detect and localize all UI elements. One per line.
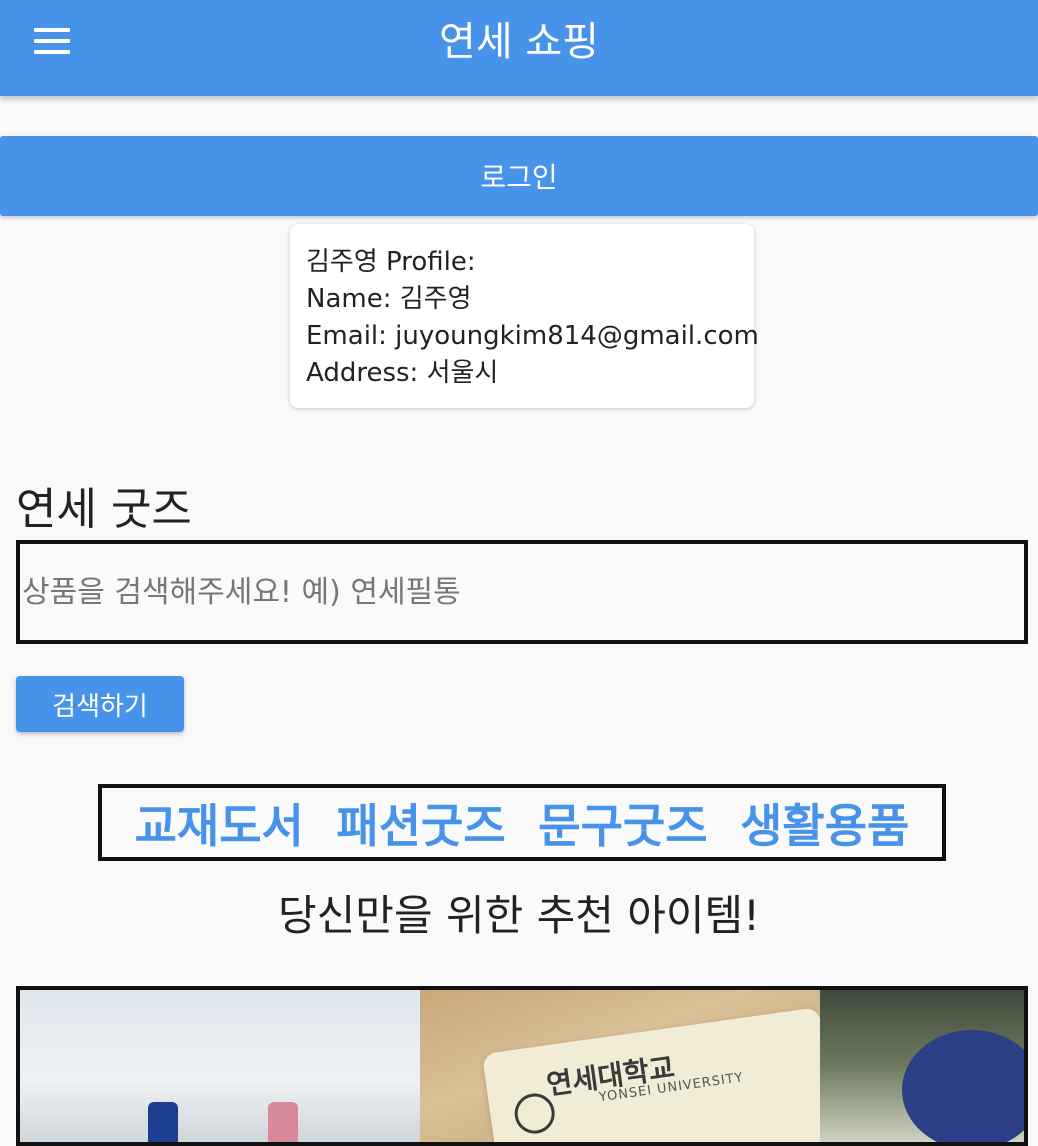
profile-card: 김주영 Profile: Name: 김주영 Email: juyoungkim… (290, 224, 759, 408)
bottle-image (148, 1102, 178, 1142)
category-bar: 교재도서 패션굿즈 문구굿즈 생활용품 (98, 784, 946, 861)
profile-email: Email: juyoungkim814@gmail.com (306, 321, 759, 351)
app-bar: 연세 쇼핑 (0, 0, 1038, 96)
login-button[interactable]: 로그인 (0, 136, 1038, 216)
profile-address: Address: 서울시 (306, 358, 499, 388)
apparel-image (902, 1030, 1024, 1142)
recommend-title: 당신만을 위한 추천 아이템! (278, 891, 760, 940)
carousel-item-apparel[interactable] (820, 990, 1024, 1142)
category-fashion[interactable]: 패션굿즈 (336, 790, 505, 856)
profile-heading: 김주영 Profile: (306, 247, 476, 277)
recommend-carousel[interactable]: 연세대학교 YONSEI UNIVERSITY (16, 986, 1028, 1146)
category-stationery[interactable]: 문구굿즈 (538, 790, 707, 856)
goods-section-title: 연세 굿즈 (16, 484, 192, 535)
carousel-item-bottles[interactable] (20, 990, 420, 1142)
category-textbooks[interactable]: 교재도서 (135, 790, 304, 856)
pouch-image: 연세대학교 YONSEI UNIVERSITY (481, 1007, 820, 1142)
app-title: 연세 쇼핑 (439, 19, 599, 65)
carousel-item-pouch[interactable]: 연세대학교 YONSEI UNIVERSITY (420, 990, 820, 1142)
bottle-image (268, 1102, 298, 1142)
profile-name: Name: 김주영 (306, 284, 472, 314)
search-button[interactable]: 검색하기 (16, 676, 184, 732)
category-living[interactable]: 생활용품 (740, 790, 909, 856)
search-box (16, 540, 1028, 644)
search-input[interactable] (20, 544, 1024, 640)
